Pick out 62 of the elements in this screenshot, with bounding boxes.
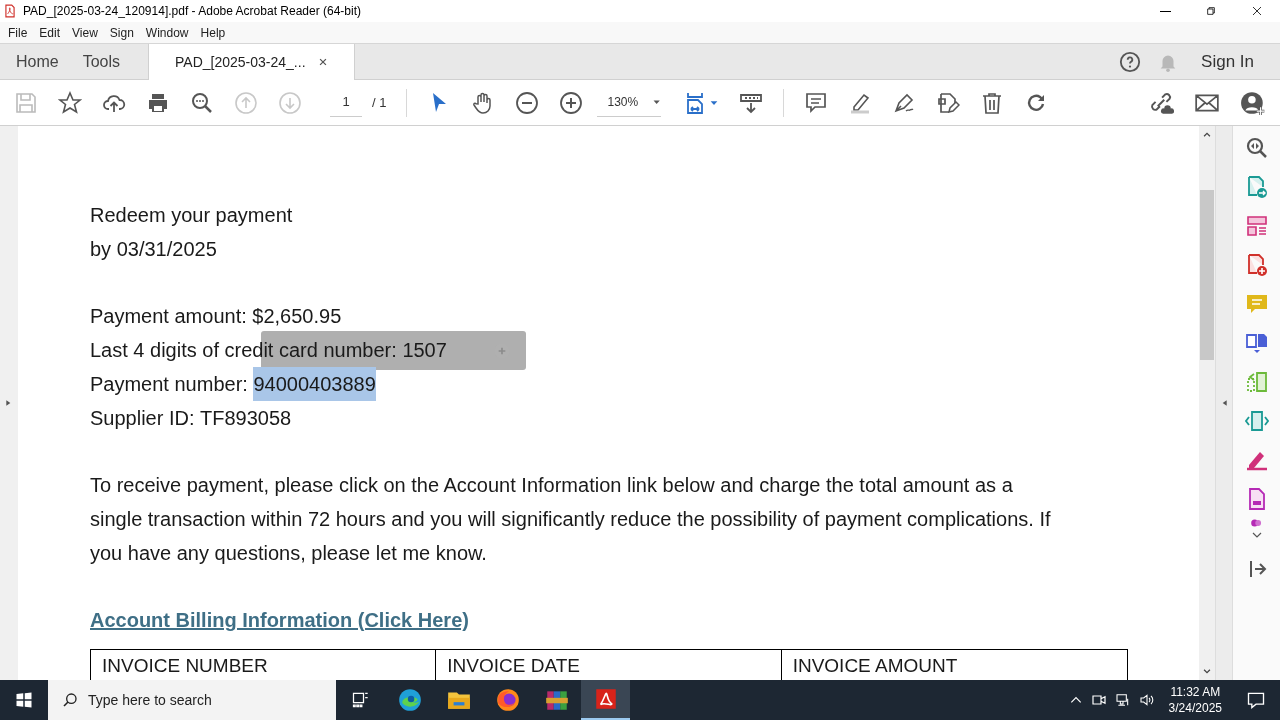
task-view-icon: [350, 690, 371, 710]
collapse-panel-icon[interactable]: [1220, 397, 1228, 409]
combine-files-icon[interactable]: [1244, 331, 1269, 355]
minimize-icon: [1159, 10, 1171, 12]
volume-icon[interactable]: [1138, 692, 1155, 708]
menu-item[interactable]: Edit: [33, 23, 67, 42]
taskbar-app[interactable]: [581, 680, 630, 720]
document-text: Redeem your payment: [90, 203, 294, 228]
document-value: TF893058: [200, 406, 292, 431]
tab[interactable]: Tools: [82, 44, 149, 79]
scroll-up-icon[interactable]: [1202, 130, 1212, 140]
account-billing-link[interactable]: Account Billing Information (Click Here): [90, 609, 469, 631]
fox-browser-icon: [494, 687, 521, 713]
caret-icon: [652, 97, 662, 107]
menu-item[interactable]: Window: [139, 23, 195, 42]
tab[interactable]: Home: [0, 44, 83, 79]
menu-item[interactable]: File: [2, 23, 34, 42]
document-label: Payment number:: [90, 372, 249, 397]
menu-item[interactable]: Sign: [103, 23, 140, 42]
tab[interactable]: PAD_[2025-03-24_...: [148, 44, 355, 80]
document-value: $2,650.95: [252, 304, 342, 329]
zoom-search-icon[interactable]: [1244, 136, 1269, 160]
add-user-icon[interactable]: [1240, 89, 1266, 116]
table-header-cell-text: INVOICE AMOUNT: [791, 654, 959, 678]
star-icon[interactable]: [58, 90, 82, 115]
clock-time: 11:32 AM: [1170, 684, 1221, 700]
document-paragraph: To receive payment, please click on the Account Information link below and charge the total amount as a single transaction within 72 hours and you will significantly reduce the possibility of payment complications. If you have any questions, please let me know.: [90, 473, 1052, 566]
zoom-out-icon[interactable]: [515, 90, 540, 115]
scrollbar-thumb[interactable]: [1200, 190, 1214, 360]
edit-pdf-icon[interactable]: [936, 90, 961, 115]
scan-icon[interactable]: [1244, 409, 1269, 433]
document-label: Supplier ID:: [90, 406, 196, 431]
document-label: Payment amount:: [90, 304, 248, 329]
zoom-dropdown[interactable]: 130%: [597, 88, 662, 117]
meet-now-icon[interactable]: [1090, 692, 1107, 708]
document-text: by 03/31/2025: [90, 237, 218, 262]
windows-icon: [15, 691, 33, 709]
expand-left-panel-icon[interactable]: [5, 397, 13, 409]
search-box[interactable]: Type here to search: [48, 680, 336, 720]
document-label: Last 4 digits of credit card number:: [90, 338, 398, 363]
search-field[interactable]: Type here to search: [88, 680, 328, 720]
menu-item[interactable]: Help: [194, 23, 232, 42]
help-icon[interactable]: [1119, 50, 1142, 73]
zoom-in-icon[interactable]: [559, 90, 584, 115]
clock-date: 3/24/2025: [1168, 700, 1222, 716]
document-value: 1507: [402, 338, 447, 363]
sign-in-button[interactable]: Sign In: [1201, 48, 1254, 75]
window-title: PAD_[2025-03-24_120914].pdf - Adobe Acrobat Reader (64-bit): [23, 3, 361, 20]
pdf-file-icon: [3, 4, 17, 18]
notification-icon: [1246, 690, 1266, 710]
network-icon[interactable]: [1114, 692, 1131, 708]
selected-text: 94000403889: [253, 367, 376, 401]
page-total: / 1: [372, 93, 387, 112]
search-icon[interactable]: [190, 90, 214, 115]
close-icon[interactable]: [317, 57, 328, 67]
menu-item[interactable]: View: [66, 23, 104, 42]
browser-icon: [396, 687, 423, 713]
comment-icon[interactable]: [804, 90, 829, 115]
search-icon: [62, 692, 78, 708]
scroll-down-icon[interactable]: [1202, 666, 1212, 676]
organize-pages-icon[interactable]: [1244, 214, 1269, 238]
page-number-field[interactable]: 1: [330, 88, 362, 117]
